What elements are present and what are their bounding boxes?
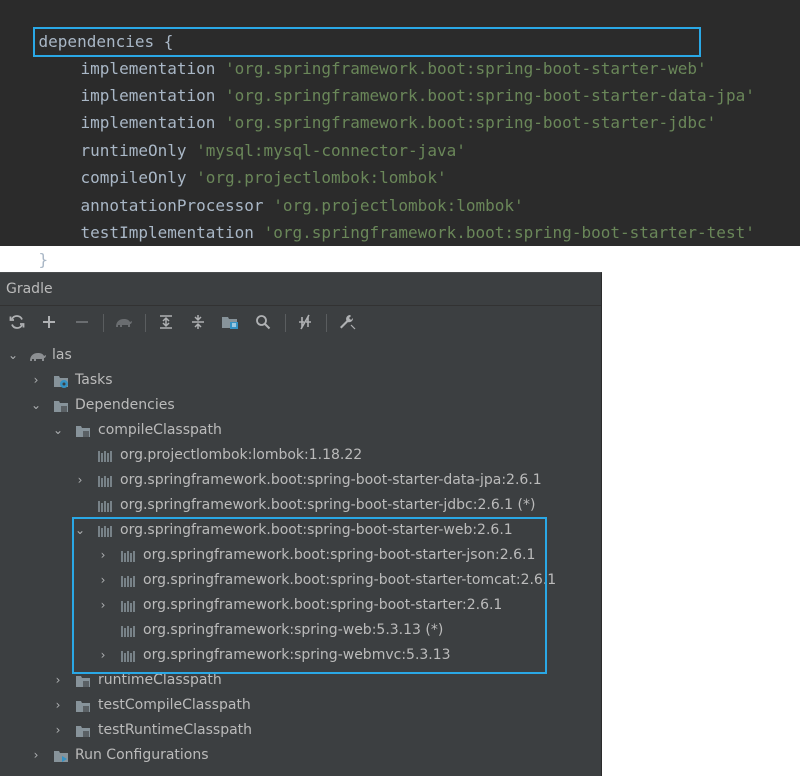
configuration-folder-icon <box>76 726 90 738</box>
code-line: dependencies { <box>0 1 174 51</box>
toggle-offline-icon[interactable] <box>293 310 317 334</box>
chevron-down-icon[interactable]: ⌄ <box>51 418 65 443</box>
code-editor[interactable]: dependencies { implementation 'org.sprin… <box>0 0 800 269</box>
tree-row-compileClasspath[interactable]: ⌄ compileClasspath <box>0 418 601 443</box>
gradle-toolbar <box>0 306 601 338</box>
tree-row-testRuntimeClasspath[interactable]: › testRuntimeClasspath <box>0 718 601 743</box>
chevron-right-icon[interactable]: › <box>73 468 87 493</box>
library-icon <box>98 451 112 462</box>
chevron-down-icon[interactable]: ⌄ <box>6 343 20 368</box>
panel-header: Gradle <box>0 273 601 306</box>
tree-row-library[interactable]: org.projectlombok:lombok:1.18.22 <box>0 443 601 468</box>
tree-label: Dependencies <box>75 397 175 413</box>
code-string: 'org.springframework.boot:spring-boot-st… <box>263 223 755 242</box>
library-icon <box>98 476 112 487</box>
tree-row-dependencies[interactable]: ⌄ Dependencies <box>0 393 601 418</box>
collapse-all-icon[interactable] <box>186 310 210 334</box>
refresh-icon[interactable] <box>5 310 29 334</box>
search-icon[interactable] <box>251 310 275 334</box>
configuration-folder-icon <box>76 676 90 688</box>
tree-label: org.springframework.boot:spring-boot-sta… <box>120 497 536 513</box>
tree-label: testCompileClasspath <box>98 697 251 713</box>
tasks-folder-icon <box>54 376 68 388</box>
chevron-right-icon[interactable]: › <box>29 743 43 768</box>
configuration-folder-icon <box>76 426 90 438</box>
elephant-icon[interactable] <box>112 310 136 334</box>
tree-label: las <box>52 347 72 363</box>
code-keyword: testImplementation <box>80 223 264 242</box>
folder-module-icon[interactable] <box>218 310 242 334</box>
chevron-right-icon[interactable]: › <box>51 718 65 743</box>
code-line: implementation 'org.springframework.boot… <box>0 82 717 132</box>
library-icon <box>98 501 112 512</box>
code-line: implementation 'org.springframework.boot… <box>0 55 755 105</box>
tree-row-testCompileClasspath[interactable]: › testCompileClasspath <box>0 693 601 718</box>
code-line: testImplementation 'org.springframework.… <box>0 192 755 242</box>
tree-label: Tasks <box>75 372 113 388</box>
tree-row-library[interactable]: org.springframework.boot:spring-boot-sta… <box>0 493 601 518</box>
code-line: compileOnly 'org.projectlombok:lombok' <box>0 137 447 187</box>
tree-row-las[interactable]: ⌄ las <box>0 343 601 368</box>
tree-label: org.projectlombok:lombok:1.18.22 <box>120 447 363 463</box>
run-config-folder-icon <box>54 751 68 762</box>
tree-row-run-configurations[interactable]: › Run Configurations <box>0 743 601 768</box>
wrench-icon[interactable] <box>335 310 359 334</box>
configuration-folder-icon <box>76 701 90 713</box>
tree-label: testRuntimeClasspath <box>98 722 253 738</box>
code-text: } <box>38 250 49 269</box>
tree-row-library[interactable]: › org.springframework.boot:spring-boot-s… <box>0 468 601 493</box>
chevron-down-icon[interactable]: ⌄ <box>29 393 43 418</box>
code-line: runtimeOnly 'mysql:mysql-connector-java' <box>0 110 466 160</box>
chevron-right-icon[interactable]: › <box>29 368 43 393</box>
tree-label: compileClasspath <box>98 422 222 438</box>
chevron-right-icon[interactable]: › <box>51 693 65 718</box>
minus-icon[interactable] <box>70 310 94 334</box>
tree-label: Run Configurations <box>75 747 209 763</box>
highlight-box <box>33 27 701 57</box>
highlight-box <box>72 517 547 674</box>
chevron-right-icon[interactable]: › <box>51 668 65 693</box>
dependencies-folder-icon <box>54 401 68 413</box>
elephant-icon <box>30 353 46 361</box>
code-line: } <box>0 219 49 269</box>
gradle-panel: Gradle ⌄ las › Tasks ⌄ Dependencies ⌄ co… <box>0 272 602 776</box>
code-line: annotationProcessor 'org.projectlombok:l… <box>0 165 524 215</box>
expand-all-icon[interactable] <box>154 310 178 334</box>
plus-icon[interactable] <box>37 310 61 334</box>
tree-row-tasks[interactable]: › Tasks <box>0 368 601 393</box>
tree-label: org.springframework.boot:spring-boot-sta… <box>120 472 542 488</box>
panel-title: Gradle <box>6 281 53 297</box>
